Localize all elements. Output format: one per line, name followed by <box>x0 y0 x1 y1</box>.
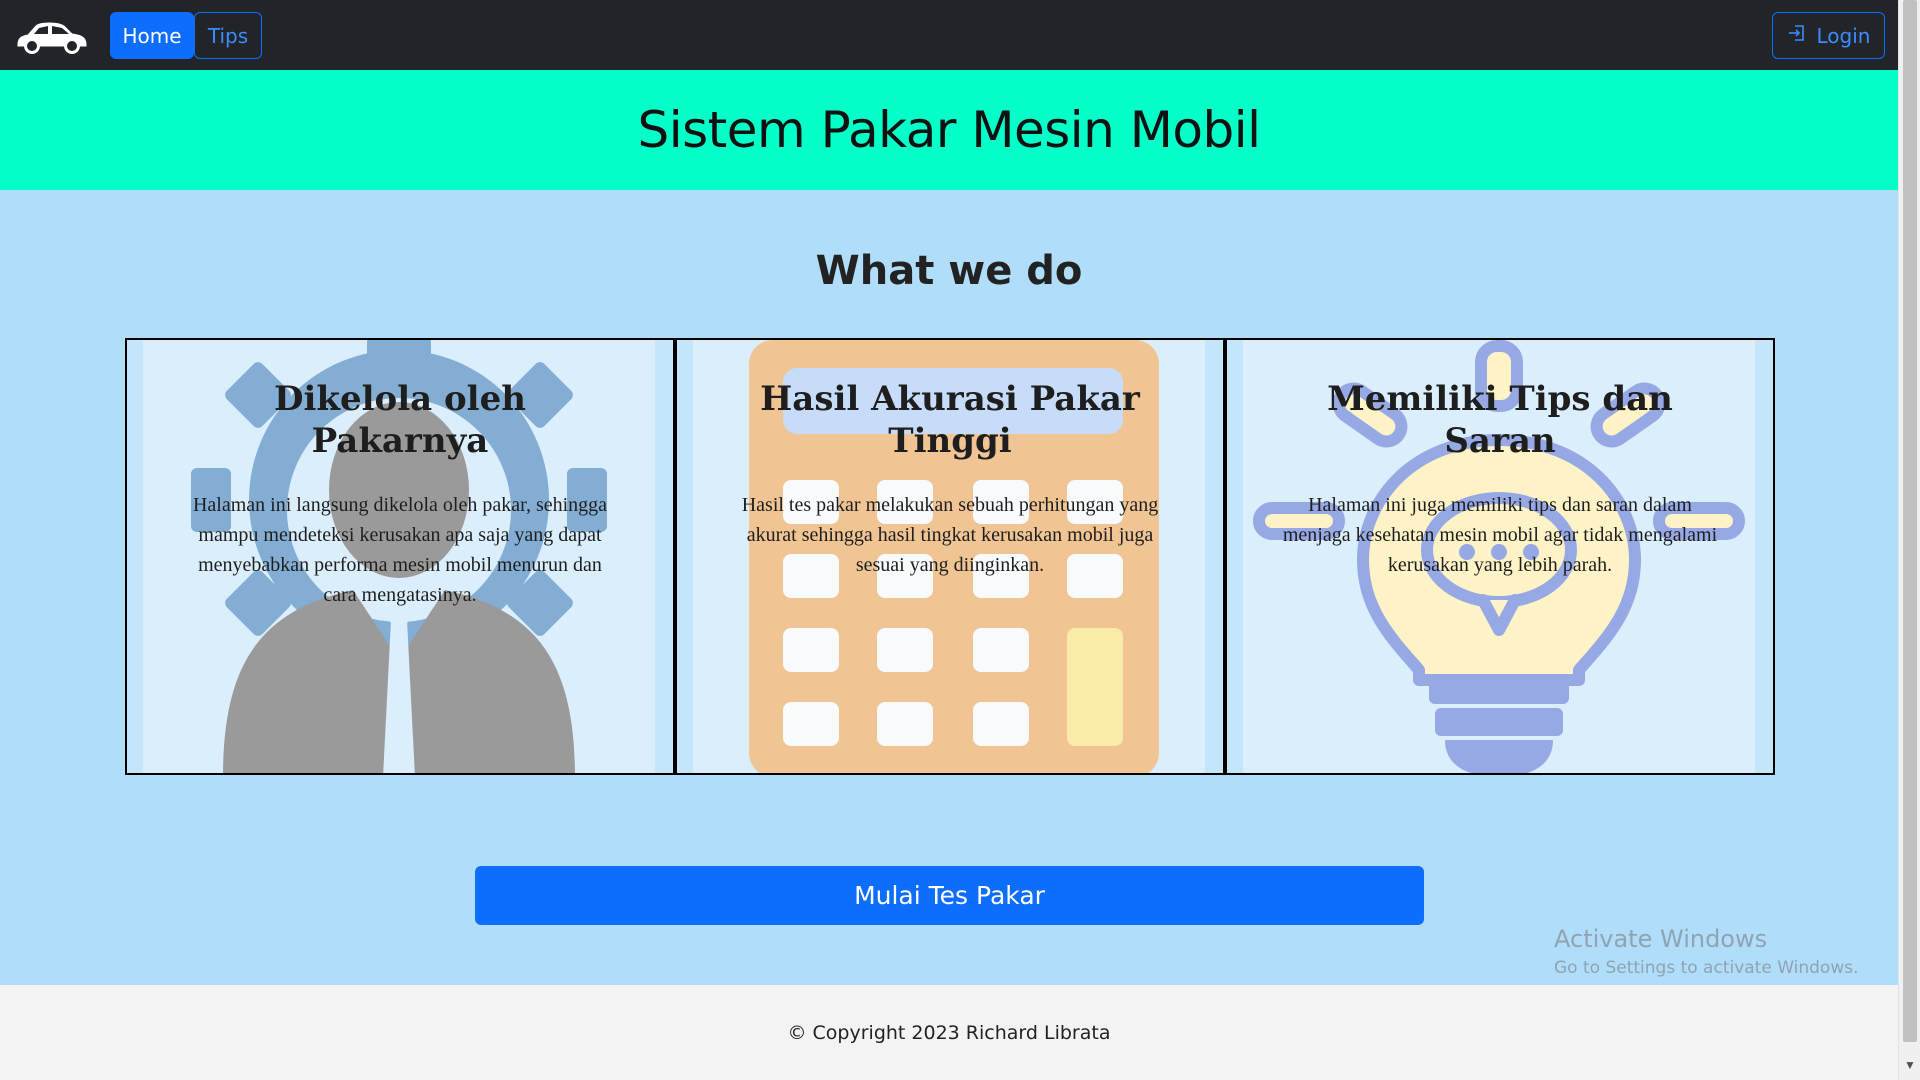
page: Home Tips Login Sistem Pakar Mesin Mobil… <box>0 0 1898 1080</box>
nav-tips-button[interactable]: Tips <box>194 12 262 59</box>
copyright-text: © Copyright 2023 Richard Librata <box>787 1021 1111 1044</box>
feature-card-accuracy: Hasil Akurasi Pakar Tinggi Hasil tes pak… <box>675 338 1225 775</box>
scroll-down-icon[interactable]: ▼ <box>1899 1050 1920 1080</box>
scrollbar-thumb[interactable] <box>1903 0 1917 1042</box>
card-text: Halaman ini juga memiliki tips dan saran… <box>1282 494 1718 576</box>
page-title: Sistem Pakar Mesin Mobil <box>637 101 1261 159</box>
card-text: Halaman ini langsung dikelola oleh pakar… <box>192 494 608 606</box>
feature-card-expert: Dikelola oleh Pakarnya Halaman ini langs… <box>125 338 675 775</box>
watermark-subtitle: Go to Settings to activate Windows. <box>1554 958 1859 978</box>
feature-card-tips: Memiliki Tips dan Saran Halaman ini juga… <box>1225 338 1775 775</box>
login-button[interactable]: Login <box>1772 12 1885 59</box>
card-title: Dikelola oleh Pakarnya <box>274 379 526 461</box>
login-icon <box>1787 23 1807 48</box>
watermark-title: Activate Windows <box>1554 925 1768 953</box>
car-icon[interactable] <box>14 18 90 54</box>
card-content: Hasil Akurasi Pakar Tinggi Hasil tes pak… <box>677 340 1223 773</box>
nav-home-button[interactable]: Home <box>110 12 194 59</box>
card-content: Memiliki Tips dan Saran Halaman ini juga… <box>1227 340 1773 773</box>
hero-banner: Sistem Pakar Mesin Mobil <box>0 70 1898 190</box>
start-test-button[interactable]: Mulai Tes Pakar <box>475 866 1424 925</box>
windows-activation-watermark: Activate Windows Go to Settings to activ… <box>1554 922 1859 980</box>
vertical-scrollbar[interactable]: ▼ <box>1898 0 1920 1080</box>
navbar: Home Tips Login <box>0 0 1898 70</box>
login-label: Login <box>1816 23 1871 48</box>
section-title: What we do <box>815 248 1083 294</box>
footer: © Copyright 2023 Richard Librata <box>0 985 1898 1080</box>
card-title: Hasil Akurasi Pakar Tinggi <box>760 379 1140 461</box>
feature-cards: Dikelola oleh Pakarnya Halaman ini langs… <box>125 338 1775 775</box>
card-text: Hasil tes pakar melakukan sebuah perhitu… <box>741 494 1159 576</box>
card-title: Memiliki Tips dan Saran <box>1327 379 1673 461</box>
card-content: Dikelola oleh Pakarnya Halaman ini langs… <box>127 340 673 773</box>
